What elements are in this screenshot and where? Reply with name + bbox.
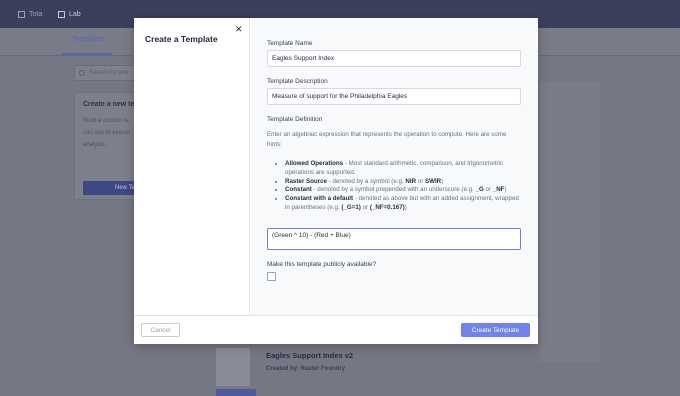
template-thumbnail bbox=[216, 348, 250, 386]
template-item-title: Eagles Support Index v2 bbox=[266, 351, 354, 360]
background-panel bbox=[540, 82, 600, 362]
search-placeholder: Search for tem bbox=[89, 70, 129, 76]
modal-footer: Cancel Create Template bbox=[134, 315, 538, 344]
template-definition-label: Template Definition bbox=[267, 116, 323, 123]
cancel-button[interactable]: Cancel bbox=[141, 323, 180, 337]
lab-icon bbox=[58, 10, 65, 18]
template-item-subtitle: Created by: Raster Foundry bbox=[266, 366, 346, 372]
tab-templates[interactable]: Templates bbox=[72, 36, 104, 43]
nav-label: Tota bbox=[29, 10, 43, 18]
hint-item: Constant with a default - denoted as abo… bbox=[285, 195, 521, 213]
square-icon bbox=[18, 10, 25, 18]
expression-input[interactable]: (Green ^ 10) - (Red + Blue) bbox=[267, 228, 521, 250]
template-name-input[interactable] bbox=[267, 50, 521, 67]
template-action-button[interactable] bbox=[216, 389, 256, 396]
tab-underline bbox=[62, 53, 112, 55]
nav-item-tota[interactable]: Tota bbox=[18, 0, 42, 28]
hint-item: Raster Source - denoted by a symbol (e.g… bbox=[285, 178, 521, 187]
public-checkbox[interactable] bbox=[267, 272, 276, 281]
new-template-button[interactable]: New Te bbox=[83, 181, 139, 195]
template-list-item[interactable]: Eagles Support Index v2 Created by: Rast… bbox=[210, 344, 450, 396]
card-title: Create a new tem bbox=[83, 101, 141, 108]
public-label: Make this template publicly available? bbox=[267, 261, 377, 268]
nav-label: Lab bbox=[69, 10, 81, 18]
modal-sidebar: Create a Template bbox=[134, 18, 250, 315]
nav-item-lab[interactable]: Lab bbox=[58, 0, 81, 28]
modal-title: Create a Template bbox=[145, 34, 218, 44]
modal-form: Template Name Template Description Templ… bbox=[251, 18, 538, 315]
definition-hint: Enter an algebraic expression that repre… bbox=[267, 131, 507, 148]
background-search-input[interactable]: Search for tem bbox=[74, 65, 138, 81]
create-template-card: Create a new tem Build a custom te can u… bbox=[74, 92, 141, 200]
hint-item: Allowed Operations - Most standard arith… bbox=[285, 160, 521, 178]
template-description-input[interactable] bbox=[267, 88, 521, 105]
search-icon bbox=[79, 70, 85, 76]
close-icon[interactable]: ✕ bbox=[235, 25, 243, 34]
create-template-modal: Create a Template ✕ Template Name Templa… bbox=[134, 18, 538, 344]
template-description-label: Template Description bbox=[267, 78, 328, 85]
template-name-label: Template Name bbox=[267, 40, 313, 47]
card-text: Build a custom te can use to execut anal… bbox=[83, 118, 131, 148]
create-template-button[interactable]: Create Template bbox=[461, 323, 530, 337]
hints-list: Allowed Operations - Most standard arith… bbox=[277, 160, 521, 213]
hint-item: Constant - denoted by a symbol prepended… bbox=[285, 186, 521, 195]
